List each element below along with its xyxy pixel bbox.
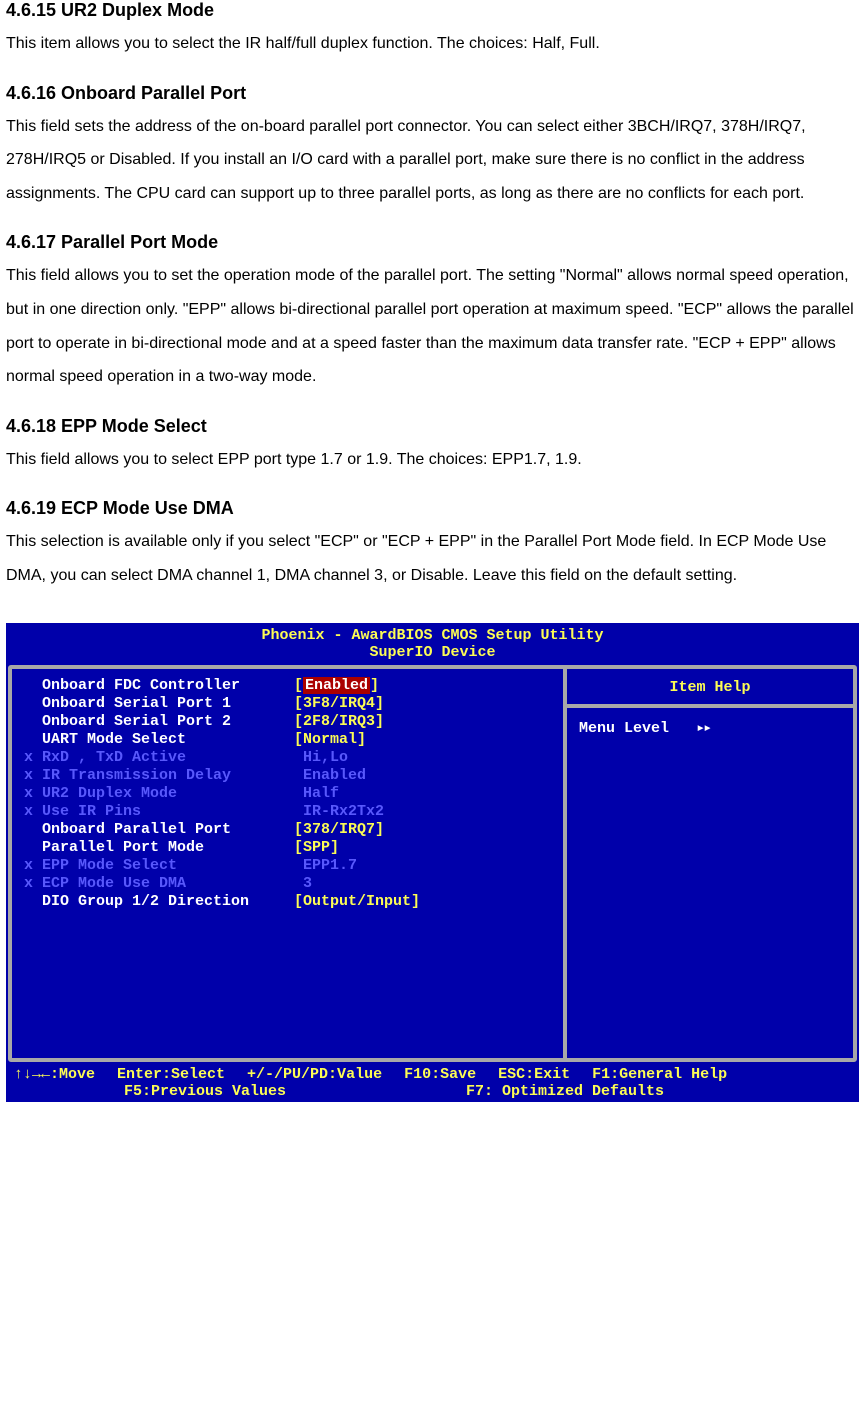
bios-setting-use-ir-pins: xUse IR Pins IR-Rx2Tx2 bbox=[24, 803, 551, 821]
section-body-4-6-18: This field allows you to select EPP port… bbox=[6, 443, 859, 477]
bios-menu-level-label: Menu Level bbox=[579, 720, 669, 737]
bios-footer-prev: F5:Previous Values bbox=[124, 1083, 286, 1100]
section-heading-4-6-16: 4.6.16 Onboard Parallel Port bbox=[6, 83, 859, 104]
section-heading-4-6-18: 4.6.18 EPP Mode Select bbox=[6, 416, 859, 437]
bios-setting-serial-port-2[interactable]: Onboard Serial Port 2 [2F8/IRQ3] bbox=[24, 713, 551, 731]
bios-setting-rxd-txd: xRxD , TxD Active Hi,Lo bbox=[24, 749, 551, 767]
bios-help-header: Item Help bbox=[567, 669, 853, 708]
bios-help-panel: Item Help Menu Level ▸▸ bbox=[567, 669, 853, 1058]
bios-setting-ecp-dma: xECP Mode Use DMA 3 bbox=[24, 875, 551, 893]
bios-setting-epp-mode: xEPP Mode Select EPP1.7 bbox=[24, 857, 551, 875]
bios-footer-value: +/-/PU/PD:Value bbox=[247, 1066, 382, 1083]
document-body: 4.6.15 UR2 Duplex Mode This item allows … bbox=[0, 0, 865, 593]
bios-setting-ir-transmission-delay: xIR Transmission Delay Enabled bbox=[24, 767, 551, 785]
bios-title: Phoenix - AwardBIOS CMOS Setup Utility bbox=[6, 623, 859, 644]
bios-footer-opt: F7: Optimized Defaults bbox=[466, 1083, 664, 1100]
bios-footer-exit: ESC:Exit bbox=[498, 1066, 570, 1083]
bios-footer-help: F1:General Help bbox=[592, 1066, 727, 1083]
bios-footer-move: ↑↓→←:Move bbox=[14, 1066, 95, 1083]
section-body-4-6-15: This item allows you to select the IR ha… bbox=[6, 27, 859, 61]
bios-main-panel: Onboard FDC Controller [Enabled] Onboard… bbox=[8, 665, 857, 1062]
bios-subtitle: SuperIO Device bbox=[6, 644, 859, 665]
bios-setting-serial-port-1[interactable]: Onboard Serial Port 1 [3F8/IRQ4] bbox=[24, 695, 551, 713]
bios-setting-onboard-fdc[interactable]: Onboard FDC Controller [Enabled] bbox=[24, 677, 551, 695]
bios-setting-dio-group[interactable]: DIO Group 1/2 Direction [Output/Input] bbox=[24, 893, 551, 911]
bios-help-body: Menu Level ▸▸ bbox=[567, 708, 853, 1058]
section-heading-4-6-19: 4.6.19 ECP Mode Use DMA bbox=[6, 498, 859, 519]
bios-menu-level-arrows: ▸▸ bbox=[696, 720, 710, 737]
bios-settings-panel: Onboard FDC Controller [Enabled] Onboard… bbox=[12, 669, 567, 1058]
bios-footer-select: Enter:Select bbox=[117, 1066, 225, 1083]
bios-setting-uart-mode[interactable]: UART Mode Select [Normal] bbox=[24, 731, 551, 749]
section-body-4-6-19: This selection is available only if you … bbox=[6, 525, 859, 592]
bios-setting-parallel-port[interactable]: Onboard Parallel Port [378/IRQ7] bbox=[24, 821, 551, 839]
bios-screenshot: Phoenix - AwardBIOS CMOS Setup Utility S… bbox=[6, 623, 859, 1102]
section-body-4-6-16: This field sets the address of the on-bo… bbox=[6, 110, 859, 211]
bios-setting-ur2-duplex: xUR2 Duplex Mode Half bbox=[24, 785, 551, 803]
section-heading-4-6-15: 4.6.15 UR2 Duplex Mode bbox=[6, 0, 859, 21]
bios-footer: ↑↓→←:Move Enter:Select +/-/PU/PD:Value F… bbox=[6, 1062, 859, 1102]
bios-footer-save: F10:Save bbox=[404, 1066, 476, 1083]
section-body-4-6-17: This field allows you to set the operati… bbox=[6, 259, 859, 393]
bios-setting-parallel-port-mode[interactable]: Parallel Port Mode [SPP] bbox=[24, 839, 551, 857]
section-heading-4-6-17: 4.6.17 Parallel Port Mode bbox=[6, 232, 859, 253]
